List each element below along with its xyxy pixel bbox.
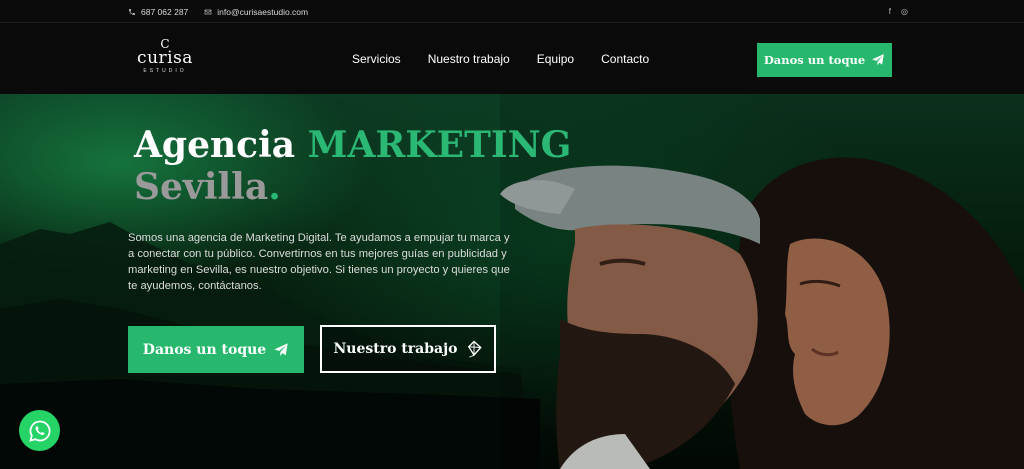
logo-name: curisa [137, 48, 193, 68]
danos-un-toque-button[interactable]: Danos un toque [128, 326, 304, 373]
logo-subtitle: ESTUDIO [143, 68, 187, 74]
headline-agencia: Agencia [134, 124, 296, 166]
phone-icon [129, 8, 135, 15]
email-address: info@curisaestudio.com [217, 6, 309, 17]
header-cta-label: Danos un toque [763, 53, 866, 67]
paper-plane-icon [872, 54, 885, 66]
main-nav: Servicios Nuestro trabajo Equipo Contact… [352, 23, 649, 94]
hero-headline: Agencia MARKETING Sevilla. [134, 124, 571, 208]
headline-sevilla: Sevilla [134, 166, 269, 208]
nav-item-contacto[interactable]: Contacto [601, 52, 649, 66]
email-link[interactable]: info@curisaestudio.com [204, 7, 308, 17]
facebook-icon[interactable]: f [889, 7, 891, 16]
nuestro-trabajo-button[interactable]: Nuestro trabajo [320, 325, 496, 373]
paper-plane-icon [274, 342, 288, 356]
nav-item-equipo[interactable]: Equipo [537, 52, 574, 66]
top-bar: 687 062 287 info@curisaestudio.com f ◎ [0, 0, 1024, 23]
hero-description: Somos una agencia de Marketing Digital. … [128, 232, 510, 292]
nav-item-nuestro-trabajo[interactable]: Nuestro trabajo [428, 52, 510, 66]
social-links: f ◎ [889, 0, 908, 23]
button-secondary-label: Nuestro trabajo [333, 341, 458, 357]
header-cta-button[interactable]: Danos un toque [757, 43, 892, 77]
instagram-icon[interactable]: ◎ [901, 7, 908, 16]
kite-icon [467, 340, 482, 358]
whatsapp-button[interactable] [19, 410, 60, 451]
whatsapp-icon [28, 420, 50, 442]
logo[interactable]: C curisa ESTUDIO [134, 38, 196, 81]
phone-number: 687 062 287 [141, 6, 189, 17]
hero-section: Agencia MARKETING Sevilla. Somos una age… [0, 94, 1024, 469]
mail-icon [204, 9, 212, 14]
headline-marketing: MARKETING [307, 124, 572, 166]
button-primary-label: Danos un toque [142, 341, 267, 358]
nav-item-servicios[interactable]: Servicios [352, 52, 401, 66]
phone-link[interactable]: 687 062 287 [128, 7, 188, 17]
contact-info: 687 062 287 info@curisaestudio.com [128, 0, 308, 23]
main-header: C curisa ESTUDIO Servicios Nuestro traba… [0, 23, 1024, 94]
headline-dot: . [268, 166, 281, 208]
